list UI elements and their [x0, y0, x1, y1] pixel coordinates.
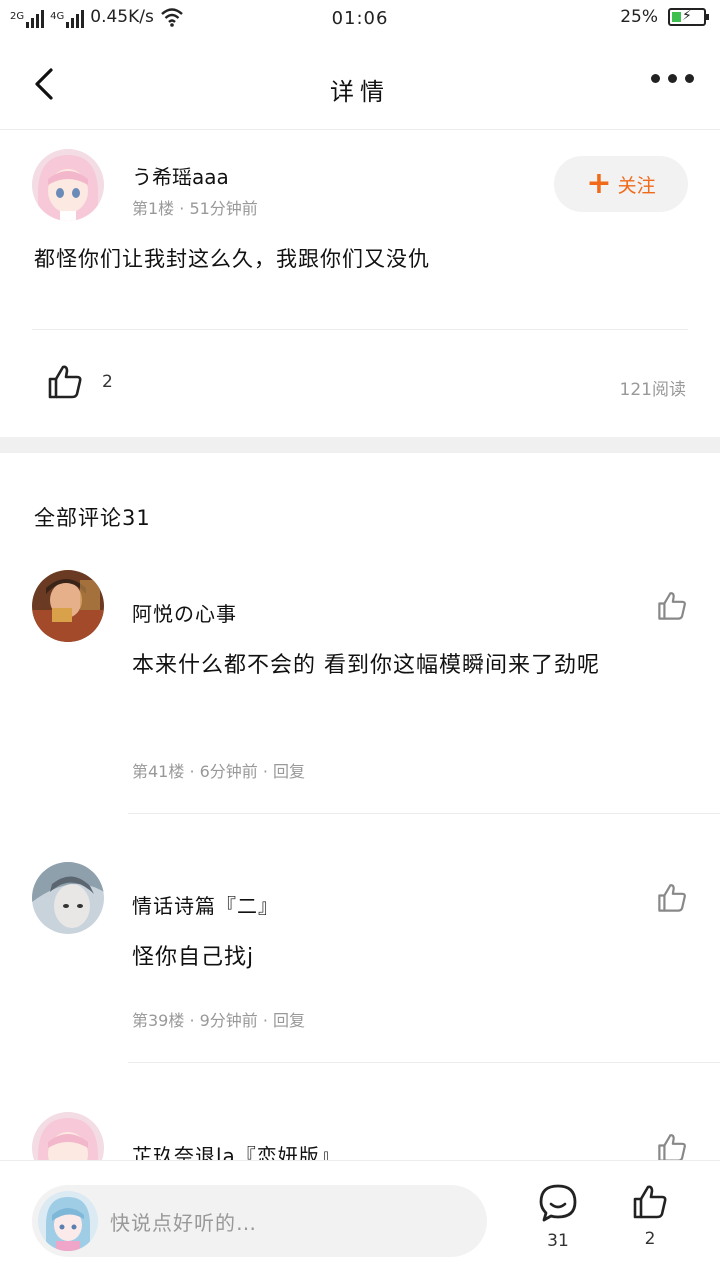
status-time: 01:06	[331, 8, 389, 29]
thumbs-up-icon	[633, 1185, 667, 1219]
more-icon[interactable]	[651, 74, 694, 83]
bottom-bar: 快说点好听的… 31 2	[0, 1160, 720, 1280]
comments-button[interactable]: 31	[528, 1183, 588, 1251]
comment-meta[interactable]: 第39楼 · 9分钟前 · 回复	[132, 1007, 305, 1031]
divider	[32, 329, 688, 330]
post-author-name[interactable]: う希瑶aaa	[132, 161, 229, 190]
post-meta: 第1楼 · 51分钟前	[132, 199, 258, 218]
follow-label: 关注	[617, 174, 656, 197]
comment-author-name[interactable]: 情话诗篇『二』	[132, 890, 279, 919]
comment-avatar[interactable]	[32, 570, 104, 642]
post-card: う希瑶aaa 第1楼 · 51分钟前 + 关注 都怪你们让我封这么久，我跟你们又…	[0, 131, 720, 437]
status-right: 25% ⚡	[620, 7, 709, 27]
status-bar: 2G 4G 0.45K/s 01:06 25% ⚡	[0, 0, 720, 40]
nav-bar: 详情	[0, 40, 720, 130]
post-like-button[interactable]: 2	[46, 363, 113, 401]
comment-text: 本来什么都不会的 看到你这幅模瞬间来了劲呢	[132, 653, 600, 678]
like-count: 2	[644, 1229, 656, 1249]
follow-button[interactable]: + 关注	[554, 156, 688, 212]
thumbs-up-icon	[48, 365, 82, 399]
divider	[128, 1062, 720, 1063]
comment-text: 怪你自己找j	[132, 945, 255, 970]
comment-author-name[interactable]: 阿悦の心事	[132, 598, 237, 627]
page-title: 详情	[330, 78, 390, 106]
comment-count: 31	[547, 1231, 569, 1251]
section-separator	[0, 437, 720, 453]
like-button[interactable]: 2	[620, 1183, 680, 1249]
comment-meta[interactable]: 第41楼 · 6分钟前 · 回复	[132, 758, 305, 782]
plus-icon: +	[586, 166, 612, 201]
comment-input[interactable]: 快说点好听的…	[32, 1185, 487, 1257]
post-author-avatar[interactable]	[32, 149, 104, 221]
comment-bubble-icon	[539, 1184, 577, 1222]
comment-avatar[interactable]	[32, 862, 104, 934]
thumbs-up-icon[interactable]	[656, 590, 688, 622]
divider	[128, 813, 720, 814]
comment-input-placeholder: 快说点好听的…	[110, 1210, 257, 1235]
post-content: 都怪你们让我封这么久，我跟你们又没仇	[34, 247, 430, 271]
my-avatar	[38, 1191, 98, 1251]
post-like-count: 2	[102, 372, 113, 392]
battery-icon: ⚡	[668, 8, 709, 26]
thumbs-up-icon[interactable]	[656, 882, 688, 914]
battery-percent: 25%	[620, 7, 658, 27]
read-count: 121阅读	[619, 380, 686, 400]
comments-header: 全部评论31	[34, 506, 151, 530]
